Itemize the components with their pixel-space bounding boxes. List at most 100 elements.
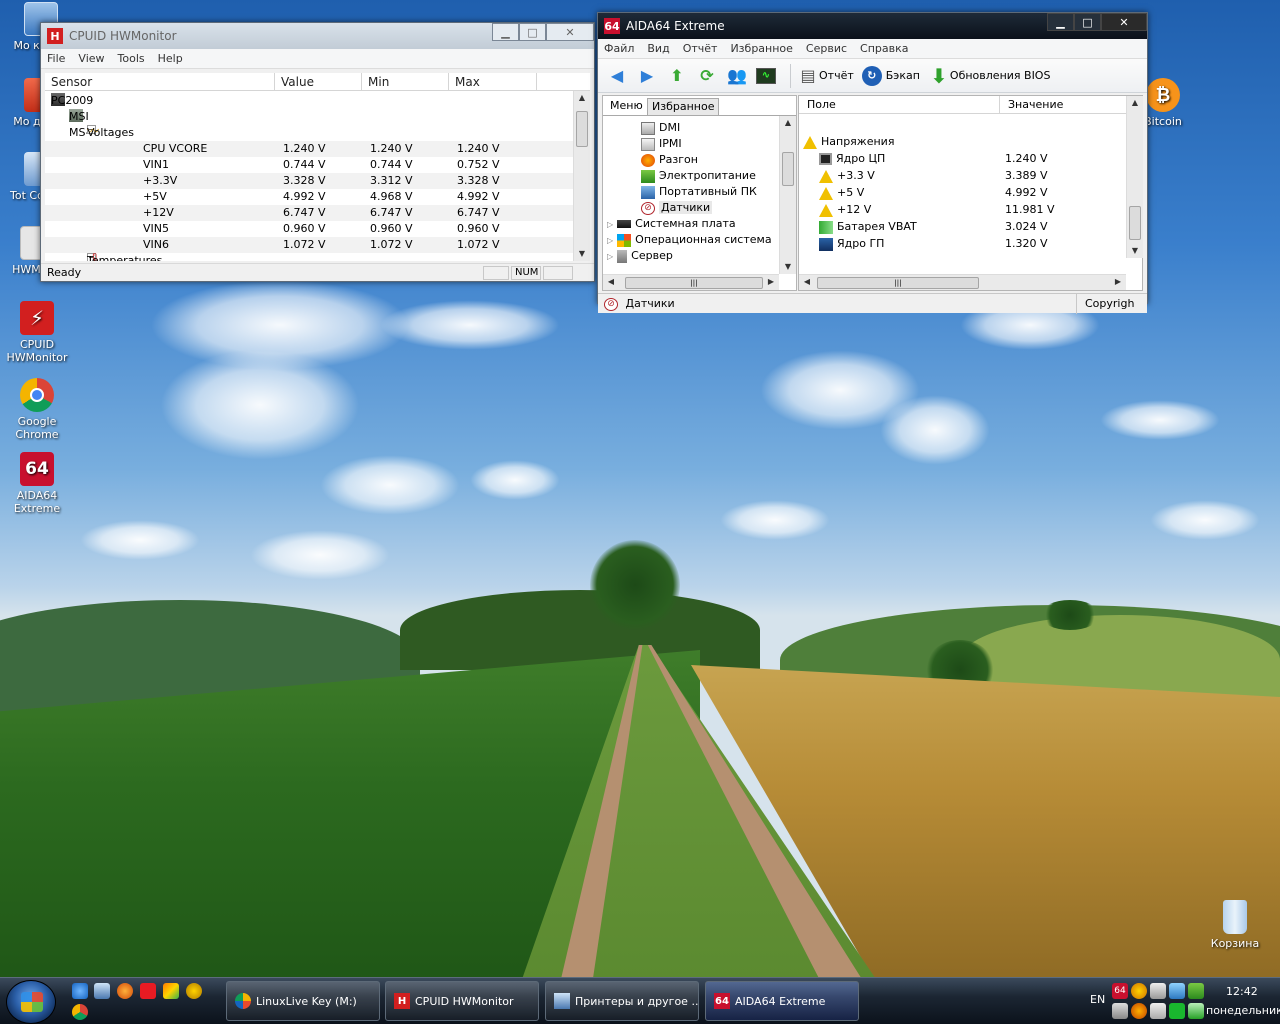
menu-service[interactable]: Сервис xyxy=(806,42,847,55)
taskbar-item-printers[interactable]: Принтеры и другое ... xyxy=(545,981,699,1021)
table-row[interactable]: +12 V 11.981 V xyxy=(803,202,1123,219)
table-row[interactable]: Ядро ГП 1.320 V xyxy=(803,236,1123,253)
tab-favorites[interactable]: Избранное xyxy=(647,98,720,115)
clock-time[interactable]: 12:42 xyxy=(1226,985,1258,998)
hwmonitor-titlebar[interactable]: H CPUID HWMonitor ▁ □ ✕ xyxy=(41,23,594,49)
table-row[interactable]: VIN5 0.960 V 0.960 V 0.960 V xyxy=(45,221,573,237)
backup-button[interactable]: ↻ Бэкап xyxy=(861,65,920,86)
tab-menu[interactable]: Меню xyxy=(606,98,647,115)
table-row[interactable]: VIN1 0.744 V 0.744 V 0.752 V xyxy=(45,157,573,173)
users-button[interactable]: 👥 xyxy=(726,65,748,87)
desktop-icon-recycle-bin[interactable]: Корзина xyxy=(1198,900,1272,950)
butterfly-app-icon[interactable] xyxy=(163,983,179,999)
speaker-icon[interactable] xyxy=(1150,983,1166,999)
tree-item-overclock[interactable]: Разгон xyxy=(603,152,779,168)
table-row[interactable]: +5 V 4.992 V xyxy=(803,185,1123,202)
bios-update-button[interactable]: ⬇ Обновления BIOS xyxy=(928,64,1051,88)
hwmonitor-window[interactable]: H CPUID HWMonitor ▁ □ ✕ File View Tools … xyxy=(40,22,595,282)
menu-report[interactable]: Отчёт xyxy=(683,42,718,55)
aida64-window[interactable]: 64 AIDA64 Extreme ▁ □ ✕ Файл Вид Отчёт И… xyxy=(597,12,1148,314)
scroll-down-icon[interactable]: ▼ xyxy=(574,247,590,261)
menu-help[interactable]: Help xyxy=(158,52,183,65)
scroll-thumb[interactable] xyxy=(782,152,794,186)
tree-item-os[interactable]: ▷ Операционная система xyxy=(603,232,779,248)
clock-day[interactable]: понедельник xyxy=(1206,1004,1280,1017)
aimp-tray-icon[interactable] xyxy=(1131,983,1147,999)
tree-node-pc[interactable]: −PC2009 xyxy=(45,93,573,109)
maximize-button[interactable]: □ xyxy=(519,23,546,41)
green-tray-icon[interactable] xyxy=(1169,1003,1185,1019)
navigation-vertical-scrollbar[interactable]: ▲ ▼ xyxy=(779,116,796,274)
navigation-horizontal-scrollbar[interactable]: ◀ ||| ▶ xyxy=(603,274,779,290)
maximize-button[interactable]: □ xyxy=(1074,13,1101,31)
menu-file[interactable]: File xyxy=(47,52,65,65)
scroll-thumb[interactable] xyxy=(576,111,588,147)
scroll-thumb[interactable] xyxy=(1129,206,1141,240)
column-value[interactable]: Value xyxy=(275,73,362,90)
desktop-icon-google-chrome[interactable]: Google Chrome xyxy=(0,378,74,441)
scroll-down-icon[interactable]: ▼ xyxy=(780,260,796,274)
tree-item-power[interactable]: Электропитание xyxy=(603,168,779,184)
table-row[interactable]: Ядро ЦП 1.240 V xyxy=(803,151,1123,168)
scroll-right-icon[interactable]: ▶ xyxy=(1110,275,1126,289)
desktop-icon-aida64[interactable]: 64 AIDA64 Extreme xyxy=(0,452,74,515)
column-min[interactable]: Min xyxy=(362,73,449,90)
tree-item-portable[interactable]: Портативный ПК xyxy=(603,184,779,200)
internet-explorer-icon[interactable] xyxy=(72,983,88,999)
table-row[interactable]: +5V 4.992 V 4.968 V 4.992 V xyxy=(45,189,573,205)
menu-tools[interactable]: Tools xyxy=(118,52,145,65)
table-row[interactable]: +3.3V 3.328 V 3.312 V 3.328 V xyxy=(45,173,573,189)
forward-button[interactable]: ▶ xyxy=(636,65,658,87)
menu-help[interactable]: Справка xyxy=(860,42,908,55)
tree-node-temperatures[interactable]: − 🌡 Temperatures xyxy=(45,253,573,261)
column-field[interactable]: Поле xyxy=(799,96,1000,113)
table-row[interactable]: VIN6 1.072 V 1.072 V 1.072 V xyxy=(45,237,573,253)
aida64-titlebar[interactable]: 64 AIDA64 Extreme ▁ □ ✕ xyxy=(598,13,1147,39)
column-max[interactable]: Max xyxy=(449,73,537,90)
refresh-button[interactable]: ⟳ xyxy=(696,65,718,87)
tree-item-motherboard[interactable]: ▷ Системная плата xyxy=(603,216,779,232)
column-value[interactable]: Значение xyxy=(1000,96,1126,113)
taskbar-item-aida64[interactable]: 64 AIDA64 Extreme xyxy=(705,981,859,1021)
tree-item-sensors[interactable]: ⊘ Датчики xyxy=(603,200,779,216)
close-button[interactable]: ✕ xyxy=(546,23,594,41)
menu-view[interactable]: Вид xyxy=(647,42,669,55)
orange-tray-icon[interactable] xyxy=(1131,1003,1147,1019)
scroll-left-icon[interactable]: ◀ xyxy=(799,275,815,289)
up-button[interactable]: ⬆ xyxy=(666,65,688,87)
menu-favorites[interactable]: Избранное xyxy=(730,42,792,55)
tree-node-board[interactable]: −MSI MS-7369 xyxy=(45,109,573,155)
table-row[interactable]: CPU VCORE 1.240 V 1.240 V 1.240 V xyxy=(45,141,573,157)
table-row[interactable]: +3.3 V 3.389 V xyxy=(803,168,1123,185)
tree-node-voltages[interactable]: − 〰 Voltages xyxy=(45,125,573,141)
scroll-thumb[interactable]: ||| xyxy=(817,277,979,289)
scroll-right-icon[interactable]: ▶ xyxy=(763,275,779,289)
scroll-thumb[interactable]: ||| xyxy=(625,277,763,289)
taskbar-item-linuxlive[interactable]: LinuxLive Key (M:) xyxy=(226,981,380,1021)
scroll-down-icon[interactable]: ▼ xyxy=(1127,244,1143,258)
chrome-icon[interactable] xyxy=(72,1004,88,1020)
tree-item-ipmi[interactable]: IPMI xyxy=(603,136,779,152)
safely-remove-icon[interactable] xyxy=(1188,1003,1204,1019)
firefox-icon[interactable] xyxy=(117,983,133,999)
language-indicator[interactable]: EN xyxy=(1090,993,1105,1006)
usb-icon[interactable] xyxy=(1112,1003,1128,1019)
hwmonitor-vertical-scrollbar[interactable]: ▲ ▼ xyxy=(573,91,590,261)
desktop-icon-cpuid-hwmonitor[interactable]: ⚡ CPUID HWMonitor xyxy=(0,301,74,364)
scroll-up-icon[interactable]: ▲ xyxy=(780,116,796,130)
table-row[interactable]: +12V 6.747 V 6.747 V 6.747 V xyxy=(45,205,573,221)
details-vertical-scrollbar[interactable]: ▲ ▼ xyxy=(1126,96,1143,258)
yandex-icon[interactable] xyxy=(140,983,156,999)
monitor-button[interactable]: ∿ xyxy=(756,67,776,84)
aida64-tray-icon[interactable]: 64 xyxy=(1112,983,1128,999)
show-desktop-icon[interactable] xyxy=(94,983,110,999)
scroll-up-icon[interactable]: ▲ xyxy=(574,91,590,105)
minimize-button[interactable]: ▁ xyxy=(1047,13,1074,31)
column-sensor[interactable]: Sensor xyxy=(45,73,275,90)
back-button[interactable]: ◀ xyxy=(606,65,628,87)
network-icon[interactable] xyxy=(1169,983,1185,999)
scroll-left-icon[interactable]: ◀ xyxy=(603,275,619,289)
aimp-icon[interactable] xyxy=(186,983,202,999)
minimize-button[interactable]: ▁ xyxy=(492,23,519,41)
tree-item-dmi[interactable]: DMI xyxy=(603,120,779,136)
